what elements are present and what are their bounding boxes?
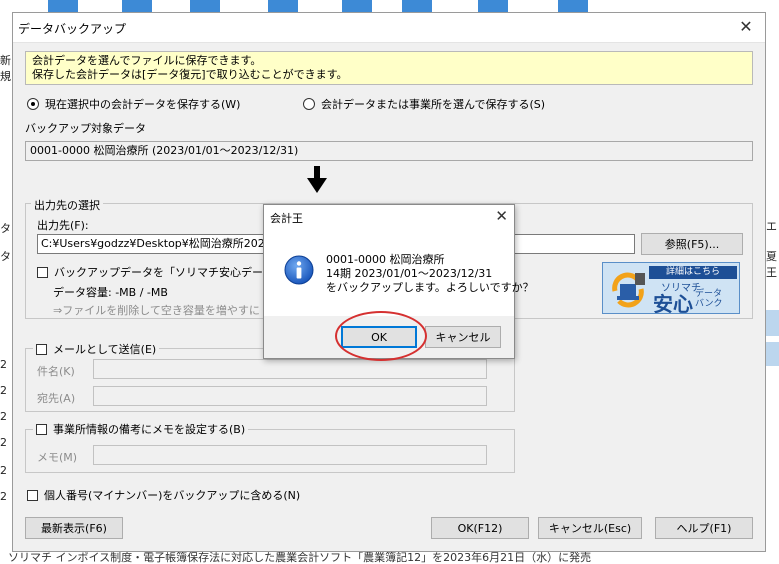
highlight-circle — [335, 311, 427, 361]
radio-label: 現在選択中の会計データを保存する(W) — [45, 98, 241, 111]
help-button[interactable]: ヘルプ(F1) — [655, 517, 753, 539]
info-text-line: 保存した会計データは[データ復元]で取り込むことができます。 — [32, 68, 348, 81]
dialog-title: データバックアップ — [18, 22, 127, 36]
background-tile — [122, 0, 152, 12]
close-icon[interactable]: ✕ — [735, 17, 757, 36]
data-bank-checkbox[interactable]: バックアップデータを「ソリマチ安心データ — [37, 264, 274, 280]
background-text: 2 — [0, 464, 7, 477]
banner-sub-line: データ — [695, 289, 723, 299]
radio-label: 会計データまたは事業所を選んで保存する(S) — [321, 98, 546, 111]
background-tile — [478, 0, 508, 12]
background-text: 2 — [0, 358, 7, 371]
recipient-input[interactable] — [93, 386, 487, 406]
confirm-title: 会計王 — [270, 212, 303, 225]
background-tile — [558, 0, 588, 12]
background-tile — [402, 0, 432, 12]
banner-sub-line: バンク — [695, 299, 723, 309]
background-text: 夏王 — [766, 250, 777, 279]
background-right-strip: エ 夏王 — [766, 12, 779, 564]
background-top-bar — [0, 0, 779, 12]
checkbox-icon — [37, 266, 48, 278]
checkbox-label: 事業所情報の備考にメモを設定する(B) — [53, 423, 246, 436]
browse-button[interactable]: 参照(F5)... — [641, 233, 743, 255]
checkbox-icon — [36, 423, 47, 435]
capacity-text: データ容量: -MB / -MB — [53, 286, 168, 299]
background-text: 新規 — [0, 54, 11, 83]
close-icon[interactable]: ✕ — [495, 207, 508, 225]
checkbox-label: メールとして送信(E) — [53, 343, 157, 356]
info-message-box: 会計データを選んでファイルに保存できます。 保存した会計データは[データ復元]で… — [25, 51, 753, 85]
banner-sub: データ バンク — [695, 289, 722, 309]
information-icon — [284, 255, 314, 285]
backup-cycle-icon — [612, 272, 645, 308]
radio-selected-icon — [27, 98, 39, 110]
background-tile — [190, 0, 220, 12]
background-tile — [268, 0, 298, 12]
recipient-label: 宛先(A) — [37, 392, 76, 405]
confirm-message-line: 14期 2023/01/01～2023/12/31 — [326, 267, 493, 280]
subject-label: 件名(K) — [37, 365, 75, 378]
data-bank-banner[interactable]: 詳細はこちら ソリマチ 安心 データ バンク — [602, 262, 740, 314]
radio-save-current[interactable]: 現在選択中の会計データを保存する(W) — [27, 96, 240, 112]
background-band — [766, 310, 779, 336]
ok-button[interactable]: OK(F12) — [431, 517, 529, 539]
background-text: 2 — [0, 410, 7, 423]
banner-tag: 詳細はこちら — [649, 266, 737, 279]
down-arrow-icon — [307, 166, 327, 193]
confirm-cancel-button[interactable]: キャンセル — [425, 326, 501, 348]
background-text: 2 — [0, 490, 7, 503]
refresh-button[interactable]: 最新表示(F6) — [25, 517, 123, 539]
checkbox-icon — [36, 343, 47, 355]
output-path-label: 出力先(F): — [37, 219, 89, 232]
radio-unselected-icon — [303, 98, 315, 110]
background-tile — [48, 0, 78, 12]
checkbox-label: バックアップデータを「ソリマチ安心データ — [54, 266, 274, 279]
cancel-button[interactable]: キャンセル(Esc) — [538, 517, 642, 539]
background-text: 2 — [0, 436, 7, 449]
backup-target-label: バックアップ対象データ — [25, 122, 146, 135]
memo-checkbox[interactable]: 事業所情報の備考にメモを設定する(B) — [33, 421, 249, 437]
background-band — [766, 342, 779, 366]
checkbox-label: 個人番号(マイナンバー)をバックアップに含める(N) — [44, 489, 301, 502]
background-text: 2 — [0, 384, 7, 397]
background-text: エ — [766, 220, 777, 233]
mynumber-checkbox[interactable]: 個人番号(マイナンバー)をバックアップに含める(N) — [27, 487, 300, 503]
confirm-title-bar: 会計王 ✕ — [264, 205, 514, 229]
confirm-message: 0001-0000 松岡治療所 14期 2023/01/01～2023/12/3… — [326, 253, 534, 295]
backup-target-field: 0001-0000 松岡治療所 (2023/01/01～2023/12/31) — [25, 141, 753, 161]
info-text-line: 会計データを選んでファイルに保存できます。 — [32, 54, 262, 67]
checkbox-icon — [27, 489, 38, 501]
banner-main: 安心 — [653, 292, 693, 314]
confirm-message-line: をバックアップします。よろしいですか？ — [326, 281, 534, 294]
radio-save-selected[interactable]: 会計データまたは事業所を選んで保存する(S) — [303, 96, 545, 112]
confirm-message-line: 0001-0000 松岡治療所 — [326, 253, 445, 266]
memo-label: メモ(M) — [37, 451, 78, 464]
background-tile — [342, 0, 372, 12]
memo-input[interactable] — [93, 445, 487, 465]
dialog-title-bar: データバックアップ ✕ — [13, 13, 765, 43]
capacity-hint: ⇒ファイルを削除して空き容量を増やすに — [53, 304, 260, 317]
background-text: タ — [0, 250, 11, 263]
subject-input[interactable] — [93, 359, 487, 379]
background-news-text: ソリマチ インボイス制度・電子帳簿保存法に対応した農業会計ソフト「農業簿記12」… — [8, 552, 592, 564]
background-left-strip: 新規 タ タ 2 2 2 2 2 2 — [0, 12, 12, 564]
output-group-title: 出力先の選択 — [31, 197, 103, 213]
send-mail-checkbox[interactable]: メールとして送信(E) — [33, 341, 160, 357]
background-text: タ — [0, 222, 11, 235]
